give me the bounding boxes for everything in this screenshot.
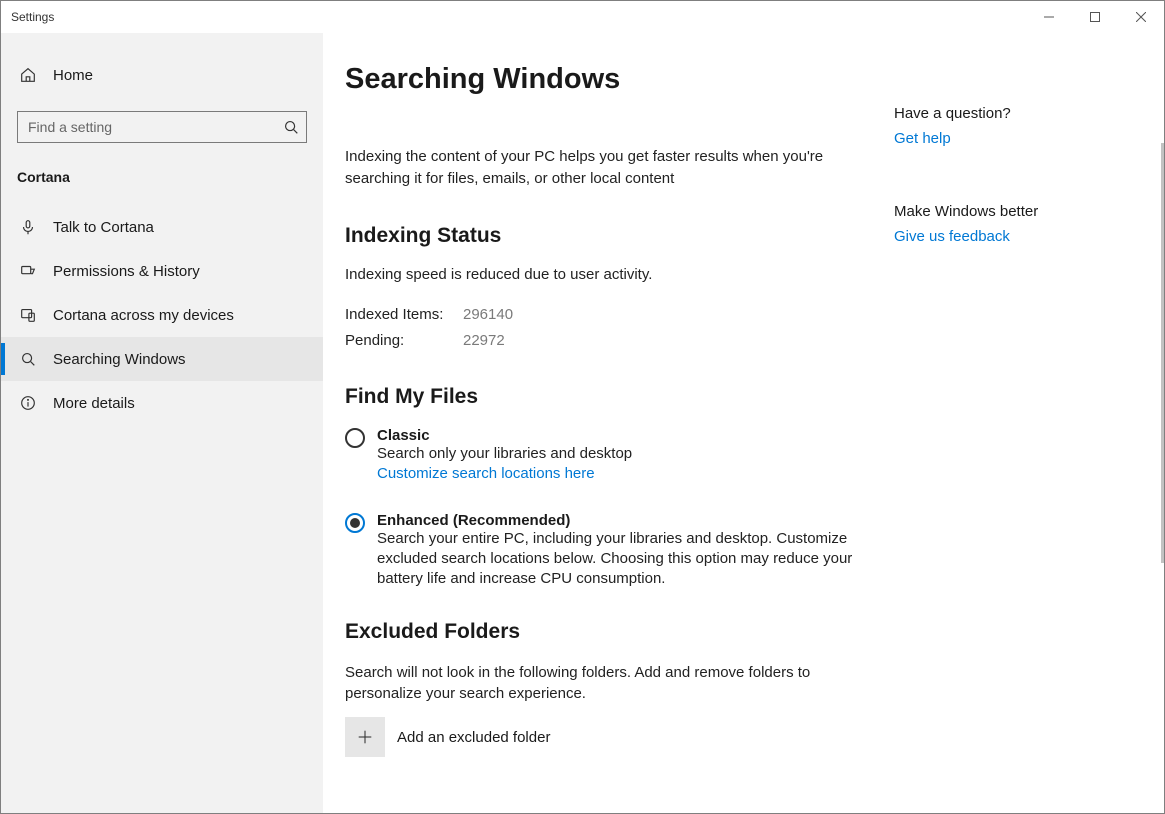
feedback-heading: Make Windows better	[894, 203, 1134, 220]
enhanced-desc: Search your entire PC, including your li…	[377, 529, 885, 590]
main-content: Searching Windows Indexing the content o…	[323, 33, 1164, 813]
sidebar-search[interactable]	[17, 111, 307, 143]
indexing-status-text: Indexing speed is reduced due to user ac…	[345, 266, 885, 283]
customize-search-link[interactable]: Customize search locations here	[377, 465, 885, 482]
search-icon	[276, 118, 306, 136]
pending-value: 22972	[463, 329, 505, 353]
microphone-icon	[17, 218, 39, 236]
classic-title: Classic	[377, 427, 885, 444]
page-intro: Indexing the content of your PC helps yo…	[345, 146, 885, 190]
sidebar: Home Cortana Talk to Cortana	[1, 33, 323, 813]
titlebar: Settings	[1, 1, 1164, 33]
sidebar-item-label: Cortana across my devices	[53, 307, 234, 324]
sidebar-item-cortana-devices[interactable]: Cortana across my devices	[1, 293, 323, 337]
find-option-enhanced[interactable]: Enhanced (Recommended) Search your entir…	[345, 512, 885, 590]
search-input[interactable]	[18, 119, 276, 135]
close-icon	[1136, 12, 1146, 22]
sidebar-section-heading: Cortana	[1, 151, 323, 195]
sidebar-item-label: Permissions & History	[53, 263, 200, 280]
indexing-heading: Indexing Status	[345, 224, 885, 248]
radio-classic[interactable]	[345, 428, 365, 448]
search-icon	[17, 350, 39, 368]
radio-enhanced[interactable]	[345, 513, 365, 533]
sidebar-item-label: Talk to Cortana	[53, 219, 154, 236]
have-question-heading: Have a question?	[894, 105, 1134, 122]
classic-desc: Search only your libraries and desktop	[377, 444, 885, 464]
devices-icon	[17, 306, 39, 324]
page-title: Searching Windows	[345, 63, 885, 96]
window-title: Settings	[11, 10, 54, 24]
sidebar-item-searching-windows[interactable]: Searching Windows	[1, 337, 323, 381]
excluded-heading: Excluded Folders	[345, 620, 885, 644]
find-my-files-heading: Find My Files	[345, 385, 885, 409]
info-icon	[17, 394, 39, 412]
add-excluded-folder-button[interactable]	[345, 717, 385, 757]
home-icon	[17, 66, 39, 84]
sidebar-item-label: More details	[53, 395, 135, 412]
maximize-button[interactable]	[1072, 1, 1118, 33]
minimize-icon	[1044, 12, 1054, 22]
pending-label: Pending:	[345, 329, 463, 353]
indexed-items-value: 296140	[463, 303, 513, 327]
get-help-link[interactable]: Get help	[894, 130, 951, 147]
sidebar-item-more-details[interactable]: More details	[1, 381, 323, 425]
permissions-icon	[17, 262, 39, 280]
scrollbar[interactable]	[1161, 143, 1164, 563]
add-excluded-folder-label: Add an excluded folder	[397, 729, 550, 746]
indexed-items-label: Indexed Items:	[345, 303, 463, 327]
sidebar-item-talk-to-cortana[interactable]: Talk to Cortana	[1, 205, 323, 249]
sidebar-home-label: Home	[53, 67, 93, 84]
maximize-icon	[1090, 12, 1100, 22]
feedback-link[interactable]: Give us feedback	[894, 228, 1010, 245]
excluded-desc: Search will not look in the following fo…	[345, 662, 885, 706]
sidebar-item-permissions-history[interactable]: Permissions & History	[1, 249, 323, 293]
find-option-classic[interactable]: Classic Search only your libraries and d…	[345, 427, 885, 482]
close-button[interactable]	[1118, 1, 1164, 33]
minimize-button[interactable]	[1026, 1, 1072, 33]
plus-icon	[356, 728, 374, 746]
sidebar-home[interactable]: Home	[1, 53, 323, 97]
sidebar-item-label: Searching Windows	[53, 351, 186, 368]
enhanced-title: Enhanced (Recommended)	[377, 512, 885, 529]
